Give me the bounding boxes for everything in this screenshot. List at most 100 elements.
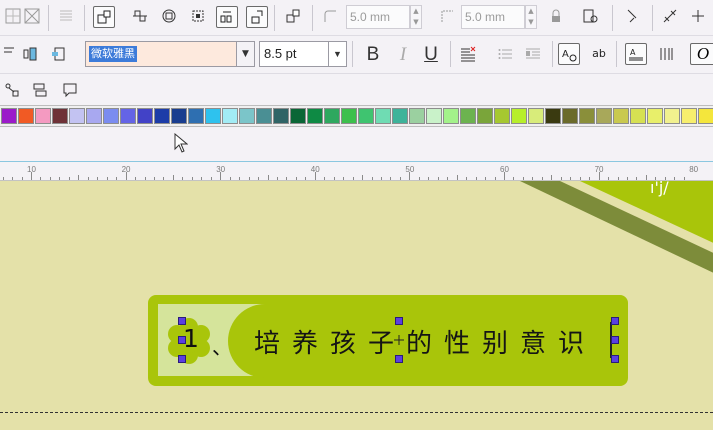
selection-handle[interactable] (178, 317, 186, 325)
color-swatch[interactable] (698, 108, 713, 124)
more-options-button[interactable]: O (690, 43, 713, 65)
separator (312, 5, 313, 31)
color-swatch[interactable] (409, 108, 425, 124)
transform-icon[interactable] (660, 6, 682, 28)
no-fill-icon[interactable] (22, 6, 44, 28)
edit-text-button[interactable]: ab (588, 44, 610, 66)
font-family-dropdown[interactable]: 微软雅黑 ▼ (85, 41, 255, 67)
color-swatch[interactable] (477, 108, 493, 124)
color-swatch[interactable] (52, 108, 68, 124)
lock-object-icon[interactable] (246, 6, 268, 28)
color-swatch[interactable] (392, 108, 408, 124)
bullet-list-icon[interactable] (495, 44, 517, 66)
ruler-tick (381, 177, 383, 180)
tab-stops-icon[interactable] (0, 44, 22, 66)
color-swatch[interactable] (171, 108, 187, 124)
text-align-icon[interactable] (458, 44, 480, 66)
color-swatch[interactable] (86, 108, 102, 124)
color-swatch[interactable] (494, 108, 510, 124)
color-swatch[interactable] (188, 108, 204, 124)
color-swatch[interactable] (545, 108, 561, 124)
color-swatch[interactable] (324, 108, 340, 124)
color-swatch[interactable] (426, 108, 442, 124)
color-swatch[interactable] (341, 108, 357, 124)
height-field[interactable]: 5.0 mm (461, 5, 525, 29)
color-swatch[interactable] (579, 108, 595, 124)
color-swatch[interactable] (460, 108, 476, 124)
color-swatch[interactable] (375, 108, 391, 124)
color-swatch[interactable] (613, 108, 629, 124)
page-settings-icon[interactable] (580, 6, 602, 28)
ruler-tick (87, 177, 89, 180)
color-swatch[interactable] (205, 108, 221, 124)
width-field[interactable]: 5.0 mm (346, 5, 410, 29)
color-swatch[interactable] (681, 108, 697, 124)
paragraph-formatting-icon[interactable]: A (625, 43, 647, 65)
color-swatch[interactable] (596, 108, 612, 124)
group-icon[interactable] (130, 6, 152, 28)
bold-button[interactable]: B (361, 43, 385, 67)
color-swatch[interactable] (120, 108, 136, 124)
color-swatch[interactable] (1, 108, 17, 124)
selection-handle[interactable] (611, 317, 619, 325)
color-swatch[interactable] (256, 108, 272, 124)
chamfer-icon[interactable] (437, 6, 459, 28)
selection-handle[interactable] (395, 317, 403, 325)
crop-icon[interactable] (188, 6, 210, 28)
banner-title-text[interactable]: 培养孩子的性别意识 (254, 323, 596, 360)
color-swatch[interactable] (35, 108, 51, 124)
text-frame-icon[interactable] (48, 44, 70, 66)
color-swatch[interactable] (154, 108, 170, 124)
lines-icon[interactable] (56, 6, 78, 28)
color-swatch[interactable] (358, 108, 374, 124)
selection-handle[interactable] (178, 336, 186, 344)
width-spinner[interactable]: ▲ ▼ (410, 5, 422, 29)
color-swatch[interactable] (528, 108, 544, 124)
italic-button[interactable]: I (391, 43, 415, 67)
wrap-icon[interactable] (622, 6, 644, 28)
color-swatch[interactable] (239, 108, 255, 124)
columns-icon[interactable] (656, 44, 678, 66)
color-swatch[interactable] (647, 108, 663, 124)
property-toolbar: 5.0 mm ▲ ▼ 5.0 mm ▲ ▼ (0, 0, 713, 36)
corner-icon[interactable] (320, 6, 342, 28)
color-swatch[interactable] (69, 108, 85, 124)
break-apart-icon[interactable] (216, 6, 238, 28)
lock-icon[interactable] (546, 6, 568, 28)
height-spinner[interactable]: ▲ ▼ (525, 5, 537, 29)
color-swatch[interactable] (511, 108, 527, 124)
color-swatch[interactable] (273, 108, 289, 124)
to-front-icon[interactable] (283, 6, 305, 28)
outline-icon[interactable] (30, 80, 52, 102)
color-swatch[interactable] (307, 108, 323, 124)
color-swatch[interactable] (18, 108, 34, 124)
ruler-tick (229, 177, 231, 180)
character-formatting-icon[interactable]: A (558, 43, 580, 65)
ruler-tick (239, 177, 241, 180)
color-swatch[interactable] (630, 108, 646, 124)
color-swatch[interactable] (664, 108, 680, 124)
align-text-icon[interactable] (20, 44, 42, 66)
align-objects-icon[interactable] (93, 6, 115, 28)
connector-icon[interactable] (2, 80, 24, 102)
ruler-tick (31, 172, 32, 180)
color-swatch[interactable] (103, 108, 119, 124)
color-swatch[interactable] (222, 108, 238, 124)
chevron-down-icon[interactable]: ▼ (236, 42, 254, 66)
mouse-cursor-icon (174, 133, 188, 153)
color-swatch[interactable] (443, 108, 459, 124)
add-icon[interactable] (688, 6, 710, 28)
comment-icon[interactable] (60, 80, 82, 102)
selection-handle[interactable] (611, 336, 619, 344)
font-size-dropdown[interactable]: 8.5 pt ▼ (259, 41, 347, 67)
combine-icon[interactable] (159, 6, 181, 28)
selection-handle[interactable] (395, 355, 403, 363)
color-swatch[interactable] (137, 108, 153, 124)
underline-button[interactable]: U (419, 43, 443, 67)
chevron-down-icon[interactable]: ▼ (328, 42, 346, 66)
drop-cap-icon[interactable] (523, 44, 545, 66)
color-swatch[interactable] (290, 108, 306, 124)
selection-handle[interactable] (611, 355, 619, 363)
color-swatch[interactable] (562, 108, 578, 124)
selection-handle[interactable] (178, 355, 186, 363)
